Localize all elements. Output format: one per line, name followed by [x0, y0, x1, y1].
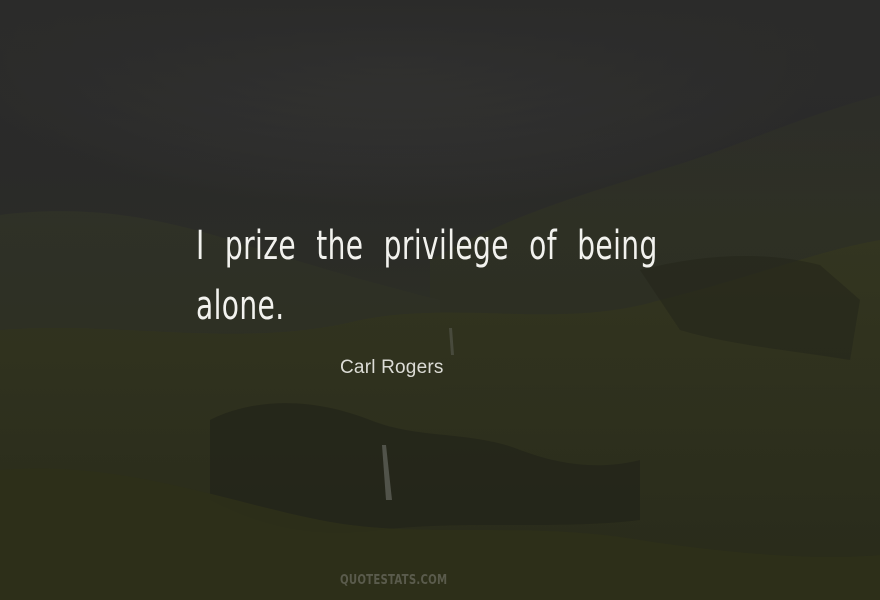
- quote-text: I prize the privilege of being alone.: [196, 216, 658, 336]
- quote-line-1: I prize the privilege of being: [196, 223, 658, 269]
- quote-card: I prize the privilege of being alone. Ca…: [0, 0, 880, 600]
- site-watermark: QUOTESTATS.COM: [340, 573, 448, 588]
- quote-author: Carl Rogers: [340, 357, 444, 378]
- quote-line-2: alone.: [196, 283, 285, 329]
